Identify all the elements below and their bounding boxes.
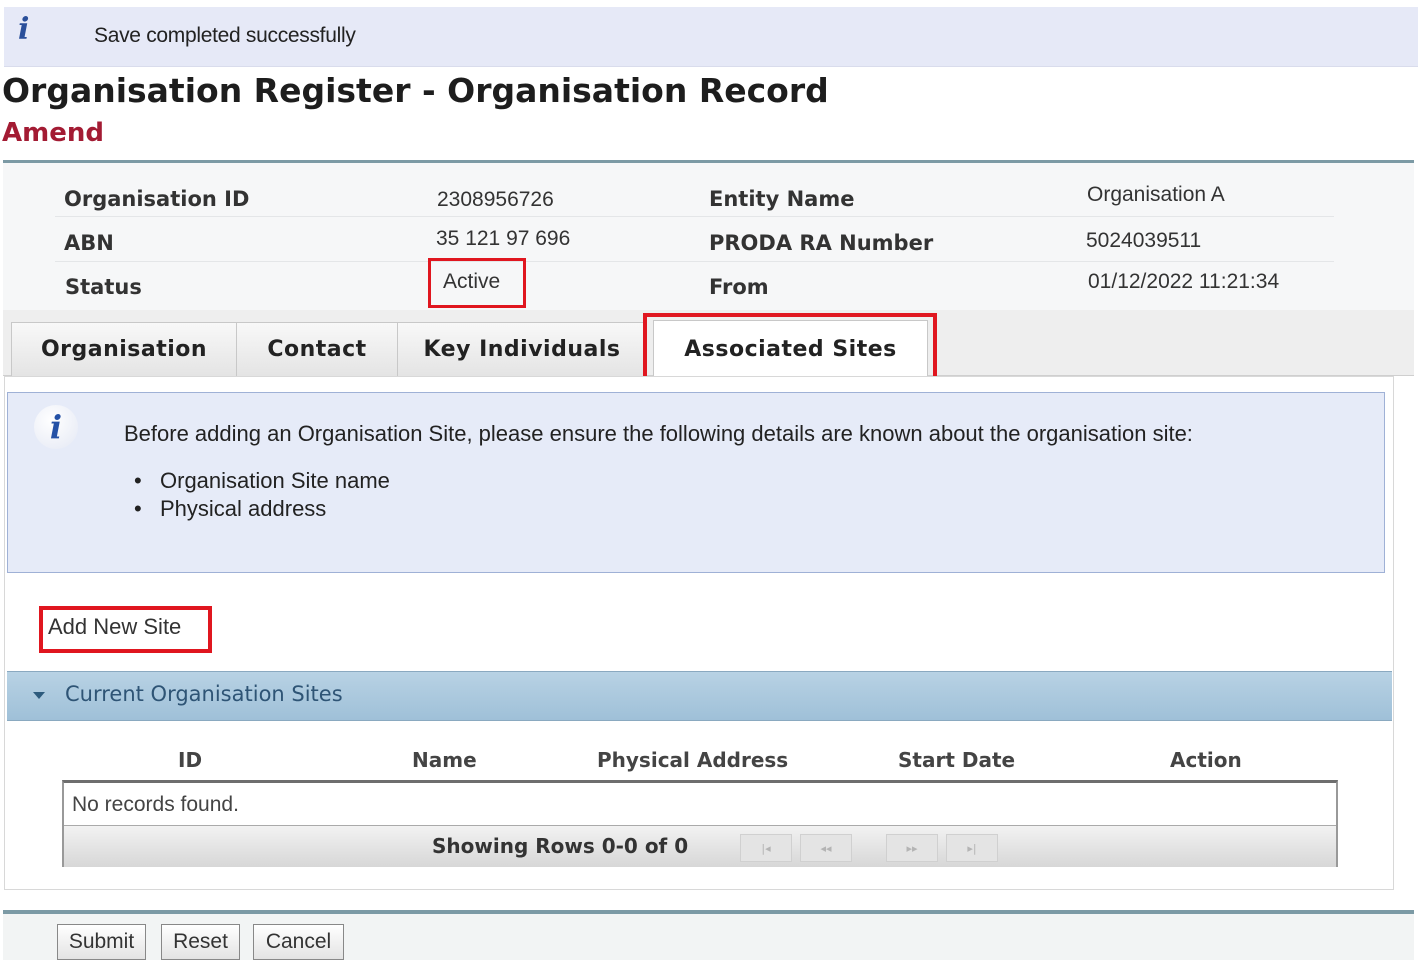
tab-contact[interactable]: Contact — [236, 322, 398, 376]
proda-value: 5024039511 — [1086, 229, 1202, 252]
prev-page-icon[interactable]: ◂◂ — [800, 834, 852, 862]
notice-list-item: Physical address — [128, 496, 390, 524]
column-header-start-date[interactable]: Start Date — [898, 748, 1015, 772]
sites-section-title: Current Organisation Sites — [65, 682, 343, 706]
submit-button[interactable]: Submit — [57, 924, 146, 960]
pager-status: Showing Rows 0-0 of 0 — [432, 834, 689, 858]
sites-section-header[interactable]: Current Organisation Sites — [7, 671, 1392, 721]
abn-label: ABN — [64, 231, 114, 255]
entity-name-label: Entity Name — [709, 187, 855, 211]
info-icon: i — [34, 405, 78, 449]
page: i Save completed successfully Organisati… — [0, 0, 1422, 960]
notice-list: Organisation Site name Physical address — [128, 468, 390, 524]
column-header-id[interactable]: ID — [178, 748, 202, 772]
add-site-highlight-box — [39, 606, 212, 653]
table-pager: Showing Rows 0-0 of 0 |◂ ◂◂ ▸▸ ▸| — [64, 825, 1336, 867]
column-header-name[interactable]: Name — [412, 748, 477, 772]
abn-value: 35 121 97 696 — [436, 227, 571, 250]
from-value: 01/12/2022 11:21:34 — [1088, 270, 1280, 293]
info-icon: i — [18, 12, 30, 47]
status-label: Status — [65, 275, 142, 299]
column-header-action[interactable]: Action — [1170, 748, 1242, 772]
entity-name-value: Organisation A — [1087, 183, 1225, 206]
success-message-bar: i Save completed successfully — [4, 7, 1418, 67]
page-mode: Amend — [2, 118, 104, 148]
next-page-icon[interactable]: ▸▸ — [886, 834, 938, 862]
success-message: Save completed successfully — [94, 24, 356, 47]
org-id-label: Organisation ID — [64, 187, 250, 211]
proda-label: PRODA RA Number — [709, 231, 934, 255]
tab-organisation[interactable]: Organisation — [11, 322, 237, 376]
first-page-icon[interactable]: |◂ — [740, 834, 792, 862]
notice-list-item: Organisation Site name — [128, 468, 390, 496]
cancel-button[interactable]: Cancel — [253, 924, 344, 960]
page-title: Organisation Register - Organisation Rec… — [2, 71, 829, 110]
info-notice: i Before adding an Organisation Site, pl… — [7, 392, 1385, 573]
from-label: From — [709, 275, 769, 299]
sites-table: No records found. Showing Rows 0-0 of 0 … — [62, 780, 1338, 867]
column-header-physical-address[interactable]: Physical Address — [597, 748, 788, 772]
org-id-value: 2308956726 — [437, 188, 554, 211]
last-page-icon[interactable]: ▸| — [946, 834, 998, 862]
organisation-summary: Organisation ID 2308956726 Entity Name O… — [3, 160, 1414, 310]
reset-button[interactable]: Reset — [161, 924, 240, 960]
status-highlight-box — [428, 258, 526, 308]
collapse-triangle-icon[interactable] — [33, 692, 45, 699]
notice-text: Before adding an Organisation Site, plea… — [124, 421, 1193, 446]
tab-key-individuals[interactable]: Key Individuals — [397, 322, 647, 376]
empty-table-message: No records found. — [72, 793, 239, 816]
